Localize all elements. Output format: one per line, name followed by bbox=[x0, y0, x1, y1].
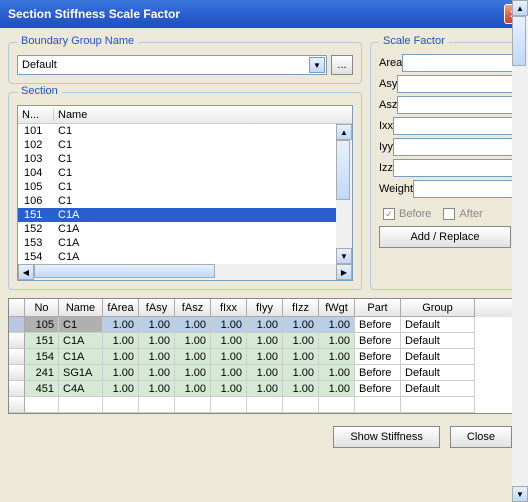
sf-label: Izz bbox=[379, 162, 393, 174]
titlebar: Section Stiffness Scale Factor ✕ bbox=[0, 0, 528, 28]
section-fieldset: Section N... Name 101C1102C1103C1104C110… bbox=[8, 92, 362, 290]
boundary-group-value: Default bbox=[22, 59, 57, 71]
grid-header-cell[interactable]: fIxx bbox=[211, 299, 247, 317]
list-item[interactable]: 102C1 bbox=[18, 138, 352, 152]
sf-input-area[interactable] bbox=[402, 54, 528, 72]
section-label: Section bbox=[17, 85, 62, 97]
boundary-browse-button[interactable]: ... bbox=[331, 55, 353, 75]
boundary-group-label: Boundary Group Name bbox=[17, 35, 138, 47]
sf-input-asy[interactable] bbox=[397, 75, 528, 93]
scroll-up-icon[interactable]: ▲ bbox=[512, 0, 528, 16]
result-grid[interactable]: NoNamefAreafAsyfAszfIxxfIyyfIzzfWgtPartG… bbox=[8, 298, 520, 414]
table-row[interactable]: 241SG1A1.001.001.001.001.001.001.00Befor… bbox=[9, 365, 519, 381]
list-item[interactable]: 101C1 bbox=[18, 124, 352, 138]
checkbox-icon: ✓ bbox=[383, 208, 395, 220]
checkbox-icon bbox=[443, 208, 455, 220]
list-item[interactable]: 106C1 bbox=[18, 194, 352, 208]
show-stiffness-button[interactable]: Show Stiffness bbox=[333, 426, 440, 448]
grid-header-cell[interactable]: fIzz bbox=[283, 299, 319, 317]
scroll-thumb[interactable] bbox=[336, 140, 350, 200]
sf-label: Ixx bbox=[379, 120, 393, 132]
grid-header-cell[interactable]: fArea bbox=[103, 299, 139, 317]
scale-factor-label: Scale Factor bbox=[379, 35, 449, 47]
list-item[interactable]: 153C1A bbox=[18, 236, 352, 250]
close-button[interactable]: Close bbox=[450, 426, 512, 448]
table-row[interactable]: 451C4A1.001.001.001.001.001.001.00Before… bbox=[9, 381, 519, 397]
grid-header-cell[interactable]: Group bbox=[401, 299, 475, 317]
grid-header-cell[interactable]: Name bbox=[59, 299, 103, 317]
section-header-name[interactable]: Name bbox=[54, 109, 352, 121]
section-header-no[interactable]: N... bbox=[18, 109, 54, 121]
boundary-group-combo[interactable]: Default ▼ bbox=[17, 55, 327, 75]
sf-label: Iyy bbox=[379, 141, 393, 153]
before-checkbox[interactable]: ✓ Before bbox=[383, 208, 431, 220]
scroll-thumb[interactable] bbox=[512, 16, 526, 66]
grid-header-cell[interactable]: Part bbox=[355, 299, 401, 317]
table-row[interactable]: 154C1A1.001.001.001.001.001.001.00Before… bbox=[9, 349, 519, 365]
list-item[interactable]: 103C1 bbox=[18, 152, 352, 166]
section-list-header: N... Name bbox=[18, 106, 352, 124]
sf-label: Area bbox=[379, 57, 402, 69]
grid-header-cell[interactable] bbox=[9, 299, 25, 317]
section-hscrollbar[interactable]: ◀ ▶ bbox=[18, 264, 352, 280]
grid-header-cell[interactable]: fWgt bbox=[319, 299, 355, 317]
sf-label: Asz bbox=[379, 99, 397, 111]
grid-vscrollbar[interactable]: ▲ ▼ bbox=[512, 0, 528, 502]
scroll-down-icon[interactable]: ▼ bbox=[512, 486, 528, 502]
boundary-group-fieldset: Boundary Group Name Default ▼ ... bbox=[8, 42, 362, 84]
section-listbox[interactable]: N... Name 101C1102C1103C1104C1105C1106C1… bbox=[17, 105, 353, 281]
list-item[interactable]: 154C1A bbox=[18, 250, 352, 264]
list-item[interactable]: 104C1 bbox=[18, 166, 352, 180]
scale-factor-fieldset: Scale Factor AreaAsyAszIxxIyyIzzWeight ✓… bbox=[370, 42, 520, 290]
hscroll-thumb[interactable] bbox=[34, 264, 215, 278]
sf-input-iyy[interactable] bbox=[393, 138, 528, 156]
scroll-down-icon[interactable]: ▼ bbox=[336, 248, 352, 264]
grid-header-cell[interactable]: fAsz bbox=[175, 299, 211, 317]
sf-input-izz[interactable] bbox=[393, 159, 528, 177]
section-vscrollbar[interactable]: ▲ ▼ bbox=[336, 124, 352, 264]
grid-header-cell[interactable]: fAsy bbox=[139, 299, 175, 317]
sf-input-weight[interactable] bbox=[413, 180, 528, 198]
sf-input-ixx[interactable] bbox=[393, 117, 528, 135]
table-row[interactable]: 151C1A1.001.001.001.001.001.001.00Before… bbox=[9, 333, 519, 349]
sf-input-asz[interactable] bbox=[397, 96, 528, 114]
scroll-left-icon[interactable]: ◀ bbox=[18, 264, 34, 280]
add-replace-button[interactable]: Add / Replace bbox=[379, 226, 511, 248]
list-item[interactable]: 105C1 bbox=[18, 180, 352, 194]
chevron-down-icon[interactable]: ▼ bbox=[309, 57, 325, 73]
list-item[interactable]: 151C1A bbox=[18, 208, 352, 222]
sf-label: Asy bbox=[379, 78, 397, 90]
sf-label: Weight bbox=[379, 183, 413, 195]
grid-header-cell[interactable]: fIyy bbox=[247, 299, 283, 317]
window-title: Section Stiffness Scale Factor bbox=[8, 7, 504, 21]
list-item[interactable]: 152C1A bbox=[18, 222, 352, 236]
grid-header-cell[interactable]: No bbox=[25, 299, 59, 317]
scroll-up-icon[interactable]: ▲ bbox=[336, 124, 352, 140]
table-row[interactable]: 105C11.001.001.001.001.001.001.00BeforeD… bbox=[9, 317, 519, 333]
after-checkbox[interactable]: After bbox=[443, 208, 482, 220]
scroll-right-icon[interactable]: ▶ bbox=[336, 264, 352, 280]
